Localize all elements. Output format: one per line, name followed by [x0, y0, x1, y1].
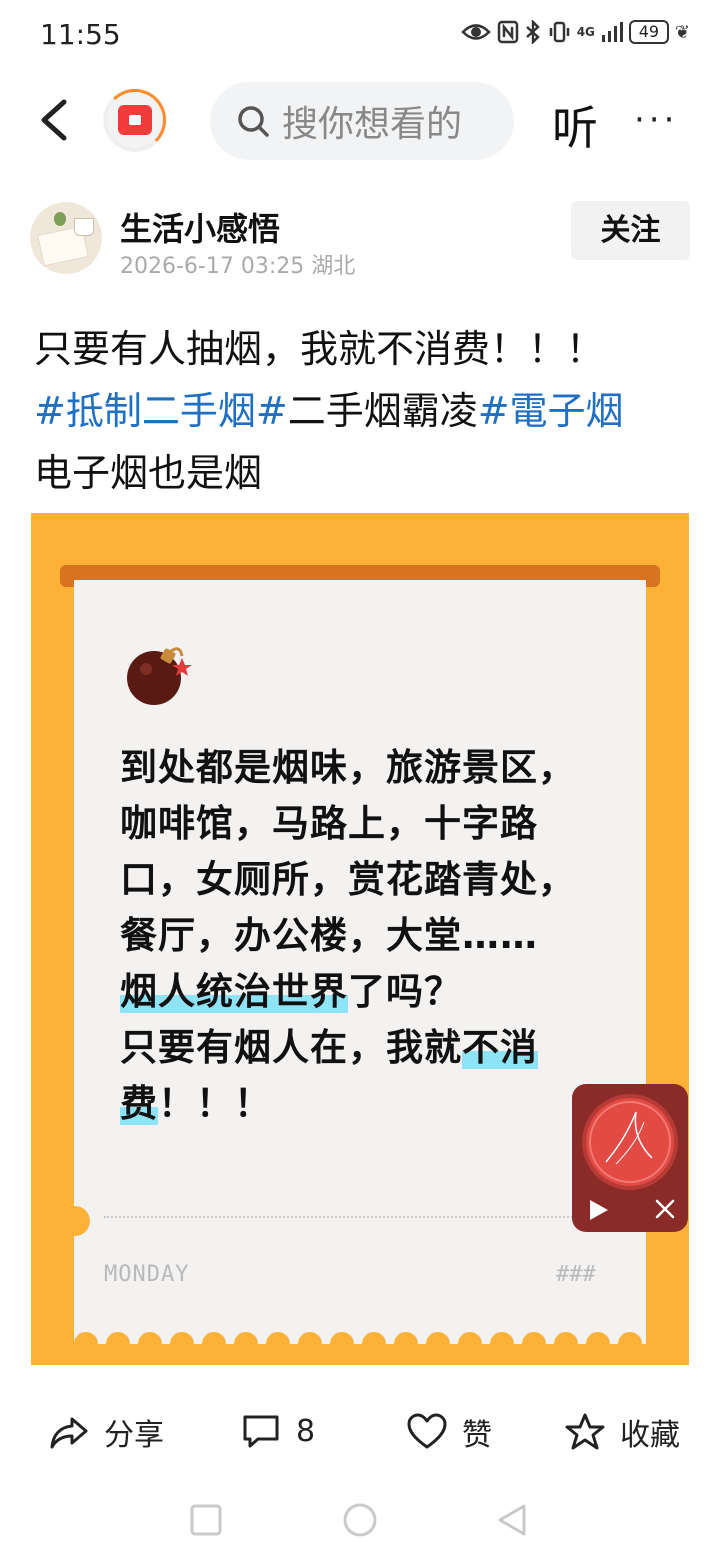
- card-line: 烟人统治世界了吗？: [120, 964, 620, 1020]
- radio-disc-icon[interactable]: [586, 1098, 674, 1186]
- status-bar: 11:55 4G 49 ❦: [0, 0, 720, 70]
- post-line-1: 只要有人抽烟，我就不消费！！！: [34, 327, 605, 371]
- favorite-button[interactable]: 收藏: [564, 1410, 680, 1454]
- ticket-notch: [60, 1206, 90, 1236]
- favorite-label: 收藏: [620, 1418, 680, 1453]
- card-line: 口，女厕所，赏花踏青处，: [120, 858, 576, 901]
- search-icon: [238, 106, 269, 137]
- back-arrow-icon[interactable]: [36, 98, 76, 142]
- highlighted-text: 烟人统治世界: [120, 970, 348, 1013]
- hashtag-link[interactable]: #電子烟: [478, 389, 624, 433]
- follow-button[interactable]: 关注: [571, 201, 690, 260]
- eye-icon: [460, 24, 491, 40]
- back-nav-icon: [498, 1504, 526, 1536]
- vibrate-icon: [549, 21, 569, 43]
- play-icon[interactable]: [586, 1198, 610, 1222]
- home-icon: [343, 1503, 377, 1537]
- search-placeholder: 搜你想看的: [282, 104, 463, 145]
- comment-button[interactable]: 8: [240, 1410, 315, 1452]
- status-icons: 4G 49 ❦: [460, 20, 690, 44]
- card-line: 到处都是烟味，旅游景区，: [120, 746, 576, 789]
- bomb-icon: [127, 647, 192, 705]
- more-options-button[interactable]: ···: [634, 100, 678, 140]
- comment-count: 8: [296, 1413, 316, 1449]
- system-navigation-bar: [190, 1503, 526, 1537]
- bluetooth-icon: [525, 20, 540, 44]
- close-icon[interactable]: [654, 1198, 676, 1220]
- card-line: 费！！！: [120, 1076, 620, 1132]
- card-footer-day: MONDAY: [104, 1262, 190, 1287]
- listen-button[interactable]: 听: [552, 92, 598, 158]
- highlighted-text: 不消: [462, 1026, 538, 1069]
- app-logo-icon[interactable]: [100, 85, 170, 155]
- scalloped-edge: [74, 1320, 646, 1344]
- leaf-icon: ❦: [674, 21, 690, 43]
- signal-icon: [601, 22, 623, 42]
- post-line-3: 电子烟也是烟: [34, 451, 263, 495]
- post-text: 二手烟霸凌: [287, 389, 478, 433]
- heart-icon: [407, 1413, 447, 1449]
- post-line-2: #抵制二手烟#二手烟霸凌#電子烟: [34, 380, 694, 442]
- author-name[interactable]: 生活小感悟: [120, 204, 280, 250]
- star-icon: [565, 1413, 605, 1450]
- share-icon: [50, 1417, 88, 1449]
- card-text: 到处都是烟味，旅游景区， 咖啡馆，马路上，十字路 口，女厕所，赏花踏青处， 餐厅…: [120, 740, 620, 1132]
- highlighted-text: 费: [120, 1082, 158, 1125]
- post-body: 只要有人抽烟，我就不消费！！！ #抵制二手烟#二手烟霸凌#電子烟 电子烟也是烟: [34, 318, 694, 504]
- nfc-icon: [497, 20, 518, 44]
- card-text-span: ！！！: [158, 1082, 272, 1125]
- author-avatar[interactable]: [30, 202, 102, 274]
- hashtag-link[interactable]: #抵制二手烟#: [34, 389, 288, 433]
- card-line: 咖啡馆，马路上，十字路: [120, 802, 538, 845]
- comment-icon: [243, 1415, 279, 1448]
- card-text-span: 了吗？: [348, 970, 462, 1013]
- share-label: 分享: [104, 1418, 164, 1453]
- disc-art: [589, 1101, 671, 1183]
- like-button[interactable]: 赞: [406, 1410, 492, 1454]
- recent-apps-icon: [190, 1504, 222, 1536]
- battery-indicator: 49: [628, 20, 669, 44]
- card-line: 只要有烟人在，我就不消: [120, 1020, 620, 1076]
- post-meta: 2026-6-17 03:25 湖北: [120, 254, 356, 279]
- perforation-line: [104, 1216, 584, 1228]
- card-footer-hashes: ###: [556, 1262, 596, 1287]
- search-bar[interactable]: 搜你想看的: [210, 82, 514, 160]
- card-text-span: 只要有烟人在，我就: [120, 1026, 462, 1069]
- status-time: 11:55: [40, 18, 121, 51]
- like-label: 赞: [462, 1418, 492, 1453]
- network-type: 4G: [576, 25, 595, 39]
- share-button[interactable]: 分享: [48, 1410, 164, 1454]
- card-line: 餐厅，办公楼，大堂……: [120, 914, 538, 957]
